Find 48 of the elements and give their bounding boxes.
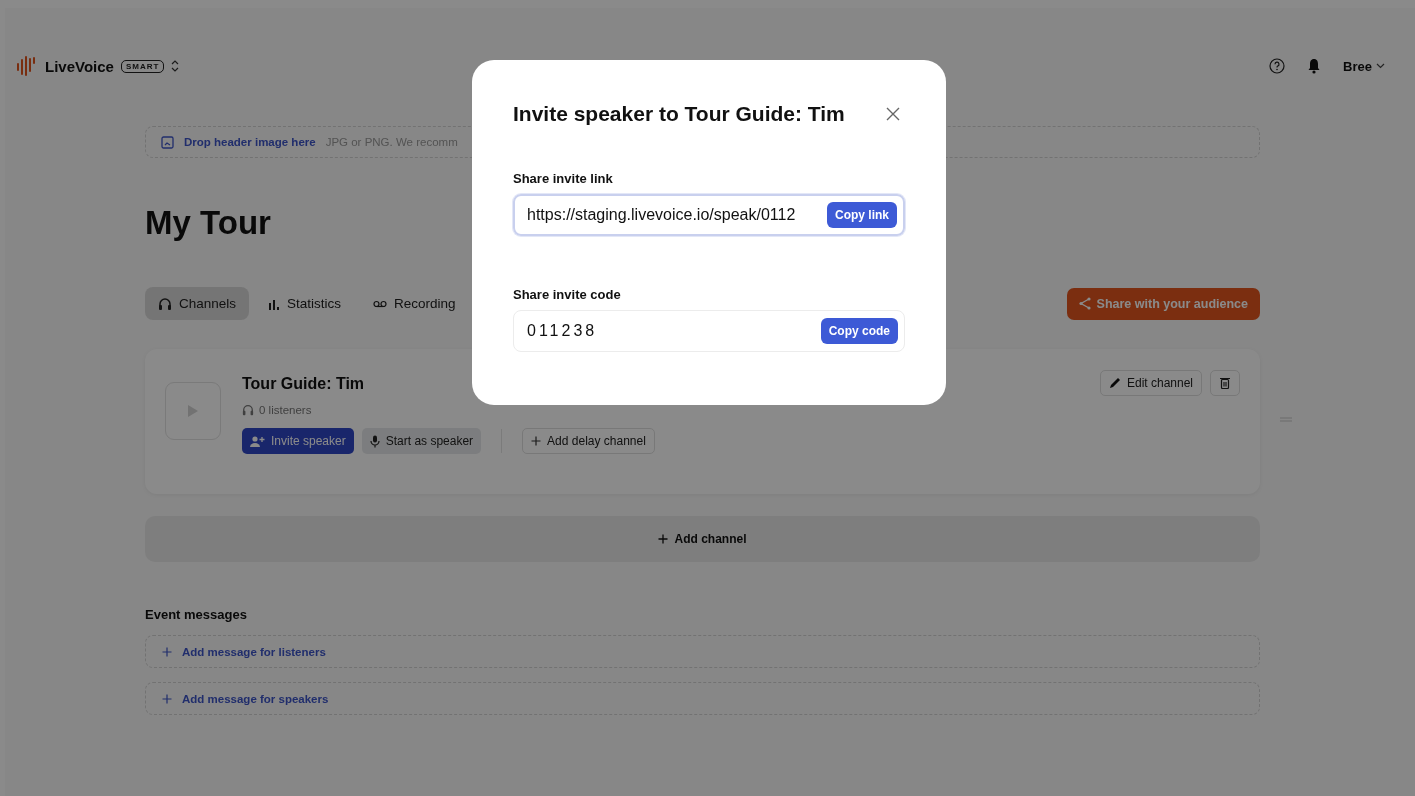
plus-icon <box>162 693 172 704</box>
play-icon <box>187 404 199 418</box>
copy-code-button[interactable]: Copy code <box>820 318 898 344</box>
add-user-icon <box>250 435 265 447</box>
trash-icon <box>1220 377 1230 389</box>
bar-chart-icon <box>268 297 281 310</box>
listener-count: 0 listeners <box>242 404 1100 416</box>
pencil-icon <box>1108 377 1121 389</box>
field-label: Share invite code <box>513 287 622 302</box>
help-icon[interactable] <box>1269 58 1286 74</box>
add-message-button[interactable]: Add message for speakers <box>145 682 1260 715</box>
invite-link-field[interactable]: https://staging.livevoice.io/speak/0112 Copy link <box>513 194 905 236</box>
logo-icon <box>16 56 38 76</box>
plus-icon <box>658 534 669 544</box>
plan-badge: SMART <box>120 59 165 73</box>
headphones-icon <box>242 404 254 416</box>
share-button[interactable]: Share with your audience <box>1066 287 1260 320</box>
user-menu[interactable]: Bree <box>1343 58 1385 74</box>
delete-button[interactable] <box>1210 370 1240 396</box>
app-name: LiveVoice <box>45 57 114 75</box>
microphone-icon <box>369 434 380 448</box>
plus-icon <box>162 646 172 657</box>
copy-link-button[interactable]: Copy link <box>827 202 897 228</box>
tab[interactable]: Channels <box>145 287 250 320</box>
event-title: My Tour <box>145 203 271 243</box>
start-speaker-button[interactable]: Start as speaker <box>361 428 482 454</box>
share-icon <box>1078 297 1091 310</box>
bell-icon[interactable] <box>1307 58 1322 74</box>
section-title: Event messages <box>145 607 248 622</box>
add-channel-button[interactable]: Add channel <box>145 516 1260 562</box>
drop-image-label: Drop header image here <box>184 136 316 148</box>
image-icon <box>161 135 174 149</box>
tab[interactable]: Recording <box>360 287 469 320</box>
edit-channel-button[interactable]: Edit channel <box>1099 370 1202 396</box>
headphones-icon <box>158 296 172 311</box>
tab[interactable]: Statistics <box>255 287 355 320</box>
plus-icon <box>531 436 542 446</box>
add-delay-channel-button[interactable]: Add delay channel <box>522 428 655 454</box>
close-icon[interactable] <box>886 107 900 121</box>
invite-code-field[interactable]: 011238 Copy code <box>513 310 905 352</box>
chevron-updown-icon[interactable] <box>171 60 180 72</box>
channel-name: Tour Guide: Tim <box>242 375 366 393</box>
chevron-down-icon <box>1376 63 1385 69</box>
invite-speaker-button[interactable]: Invite speaker <box>242 428 354 454</box>
dialog-title: Invite speaker to Tour Guide: Tim <box>513 102 845 126</box>
add-message-button[interactable]: Add message for listeners <box>145 635 1260 668</box>
field-label: Share invite link <box>513 171 614 186</box>
voicemail-icon <box>373 299 388 308</box>
